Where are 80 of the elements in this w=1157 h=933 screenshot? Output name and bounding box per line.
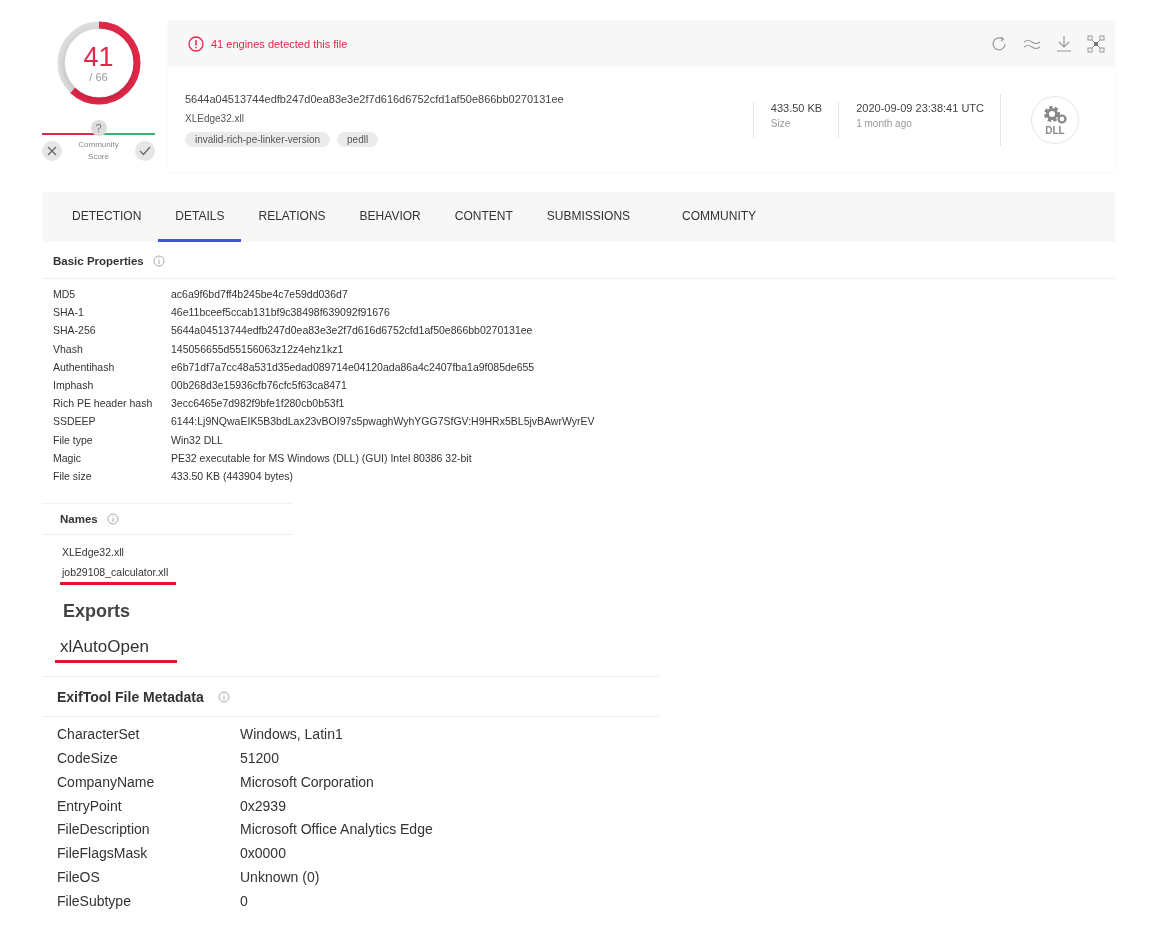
exports-title: Exports (62, 601, 131, 623)
info-icon (106, 513, 119, 526)
tab[interactable]: COMMUNITY (665, 192, 774, 242)
file-name-entry: job29108_calculator.xll (60, 563, 177, 586)
property-value: ac6a9f6bd7ff4b245be4c7e59dd036d7 (171, 287, 349, 302)
property-value: 6144:Lj9NQwaEIK5B3bdLax23vBOI97s5pwaghWyhYGG7SfGV:H9HRx5BL5jvBAwrWyrEV (171, 414, 596, 430)
community-score-marker: ? (90, 120, 107, 136)
info-icon (217, 690, 230, 703)
gears-icon (1042, 103, 1068, 126)
metadata-value: 0x0000 (240, 844, 287, 864)
tag[interactable]: invalid-rich-pe-linker-version (185, 131, 331, 147)
metadata-label: FileFlagsMask (57, 844, 149, 864)
metadata-value: Windows, Latin1 (240, 725, 344, 745)
file-size: 433.50 KB (770, 101, 823, 114)
property-value: 145056655d55156063z12z4ehz1kz1 (171, 341, 345, 357)
metadata-label: FileOS (57, 868, 101, 887)
property-label: SSDEEP (53, 414, 97, 430)
metadata-label: CompanyName (57, 772, 156, 792)
property-value: 5644a04513744edfb247d0ea83e3e2f7d616d6752cfd1af50e866bb0270131ee (171, 323, 534, 339)
metadata-value: 0 (240, 891, 249, 911)
property-label: Rich PE header hash (53, 396, 154, 412)
metadata-value: Microsoft Office Analytics Edge (240, 820, 434, 840)
tab[interactable]: RELATIONS (241, 192, 343, 242)
file-name-entry: XLEdge32.xll (61, 545, 125, 561)
close-icon (47, 146, 57, 156)
relative-date: 1 month ago (856, 117, 913, 129)
reanalyze-button[interactable] (991, 34, 1009, 53)
file-hash: 5644a04513744edfb247d0ea83e3e2f7d616d6752cfd1af50e866bb0270131ee (185, 92, 565, 105)
property-value: 46e11bceef5ccab131bf9c38498f639092f91676 (171, 305, 391, 321)
metadata-value: Unknown (0) (240, 868, 321, 887)
tag[interactable]: pedll (337, 131, 379, 147)
tab[interactable]: CONTENT (437, 192, 530, 242)
property-label: Vhash (53, 341, 84, 357)
download-button[interactable] (1055, 34, 1073, 53)
reanalyze-icon (991, 34, 1009, 53)
tab[interactable]: DETAILS (158, 192, 242, 242)
analysis-date: 2020-09-09 23:38:41 UTC (856, 101, 984, 114)
tab[interactable]: BEHAVIOR (342, 192, 438, 242)
metadata-label: CharacterSet (57, 725, 141, 745)
size-label: Size (770, 117, 792, 129)
property-value: Win32 DLL (171, 432, 224, 448)
section-title: Basic Properties (53, 255, 144, 267)
property-value: 3ecc6465e7d982f9bfe1f280cb0b53f1 (171, 396, 346, 412)
graph-button[interactable] (1087, 34, 1105, 53)
community-score-label: Community Score (77, 139, 120, 163)
property-label: MD5 (53, 287, 77, 302)
info-icon (152, 255, 165, 267)
property-label: File size (53, 469, 93, 485)
property-label: SHA-1 (53, 305, 85, 321)
property-label: Authentihash (53, 359, 116, 375)
property-value: e6b71df7a7cc48a531d35edad089714e04120ada86a4c2407fba1a9f085de655 (171, 359, 536, 375)
metadata-label: FileSubtype (57, 891, 132, 911)
property-value: 433.50 KB (443904 bytes) (171, 469, 294, 485)
file-name: XLEdge32.xll (185, 112, 245, 124)
property-value: PE32 executable for MS Windows (DLL) (GUI) Intel 80386 32-bit (171, 450, 473, 466)
tab[interactable]: DETECTION (42, 192, 159, 242)
metadata-label: EntryPoint (57, 796, 123, 816)
metadata-value: Microsoft Corporation (240, 772, 375, 792)
section-title: Names (60, 513, 98, 526)
alert-icon (188, 35, 204, 52)
checkmark-icon (139, 146, 151, 156)
property-label: SHA-256 (53, 323, 97, 339)
vote-down-button[interactable] (42, 141, 62, 161)
metadata-value: 51200 (240, 749, 280, 769)
section-title: ExifTool File Metadata (57, 688, 204, 705)
property-value: 00b268d3e15936cfb76cfc5f63ca8471 (171, 378, 348, 393)
tab[interactable]: SUBMISSIONS (529, 192, 648, 242)
graph-icon (1087, 34, 1105, 53)
property-label: File type (53, 432, 94, 448)
vote-up-button[interactable] (135, 141, 155, 161)
metadata-value: 0x2939 (240, 796, 287, 816)
metadata-label: CodeSize (57, 749, 119, 769)
detection-message: 41 engines detected this file (211, 37, 348, 50)
detection-count: 41 (83, 43, 114, 71)
property-label: Magic (53, 450, 82, 466)
property-label: Imphash (53, 378, 95, 393)
metadata-label: FileDescription (57, 820, 151, 840)
download-icon (1055, 34, 1073, 53)
engine-total: / 66 (89, 71, 108, 83)
export-name: xlAutoOpen (55, 637, 177, 664)
